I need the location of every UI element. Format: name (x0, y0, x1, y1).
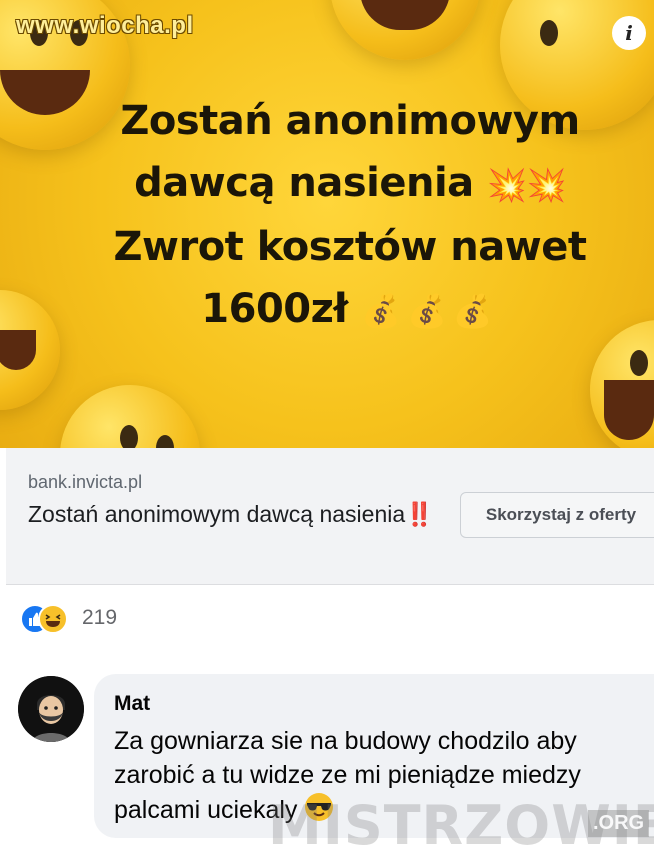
haha-icon (38, 604, 68, 634)
bottom-watermark-suffix: .ORG (588, 810, 650, 837)
double-exclamation-icon: ‼️ (405, 501, 434, 527)
laughing-emoji-decoration (330, 0, 480, 60)
info-icon[interactable]: i (612, 16, 646, 50)
headline-line: dawcą nasienia 💥💥 (134, 160, 566, 206)
headline-line: Zostań anonimowym (120, 98, 580, 144)
laughing-emoji-decoration (60, 385, 200, 448)
avatar[interactable] (18, 676, 84, 742)
site-watermark: www.wiocha.pl (16, 12, 194, 39)
ad-headline: Zostań anonimowym dawcą nasienia 💥💥 Zwro… (50, 90, 650, 342)
headline-line: 1600zł 💰💰💰 (201, 286, 499, 332)
link-domain: bank.invicta.pl (28, 472, 143, 492)
link-title[interactable]: Zostań anonimowym dawcą nasienia‼️ (28, 498, 448, 530)
collision-icon: 💥💥 (487, 166, 566, 204)
link-preview-card[interactable]: bank.invicta.pl Zostań anonimowym dawcą … (6, 448, 654, 585)
reaction-count: 219 (82, 606, 118, 629)
comment-author[interactable]: Mat (114, 692, 150, 716)
ad-image[interactable]: www.wiocha.pl i Zostań anonimowym dawcą … (0, 0, 654, 448)
cta-button[interactable]: Skorzystaj z oferty (460, 492, 654, 538)
money-bag-icon: 💰💰💰 (361, 292, 499, 330)
headline-line: Zwrot kosztów nawet (113, 224, 587, 270)
